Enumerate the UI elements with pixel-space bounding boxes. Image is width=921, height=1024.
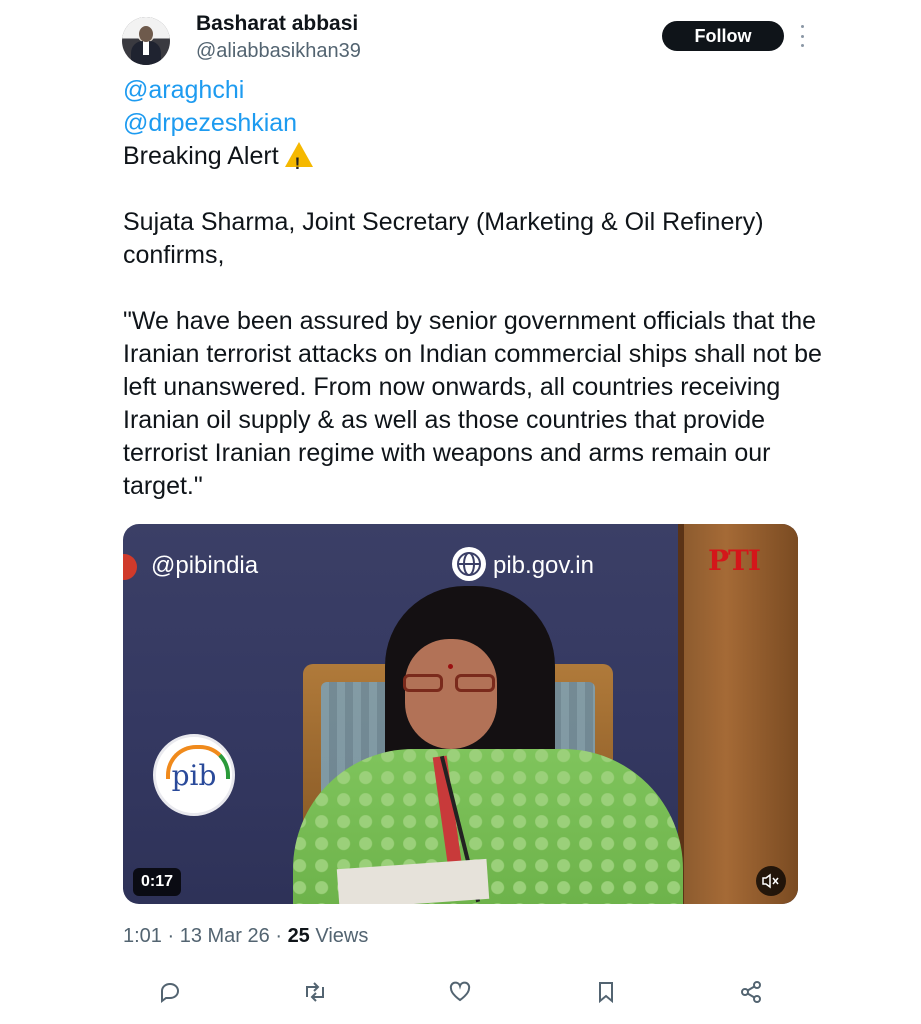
video-overlay-url: pib.gov.in xyxy=(493,552,594,579)
wood-panel xyxy=(678,524,798,904)
action-bar xyxy=(0,979,921,1009)
pib-logo-fragment xyxy=(123,554,137,580)
author-handle[interactable]: @aliabbasikhan39 xyxy=(196,40,361,63)
views-count: 25 xyxy=(287,925,310,947)
pti-logo: PTI xyxy=(708,544,761,577)
pib-logo: pib xyxy=(153,734,235,816)
retweet-icon[interactable] xyxy=(302,979,328,1005)
bindi xyxy=(448,664,453,669)
more-options-icon[interactable] xyxy=(797,25,807,47)
speaker-face xyxy=(405,639,497,749)
tweet-paragraph: Sujata Sharma, Joint Secretary (Marketin… xyxy=(123,208,764,269)
video-duration: 0:17 xyxy=(133,868,182,896)
follow-button[interactable]: Follow xyxy=(662,21,784,51)
video-overlay-handle: @pibindia xyxy=(151,552,259,579)
avatar[interactable] xyxy=(122,17,170,65)
like-icon[interactable] xyxy=(447,979,473,1005)
muted-speaker-icon[interactable] xyxy=(756,866,786,896)
globe-icon xyxy=(452,547,486,581)
glasses xyxy=(403,674,499,694)
tweet-meta: 1:01 · 13 Mar 26 · 25 Views xyxy=(123,925,369,947)
bookmark-icon[interactable] xyxy=(593,979,619,1005)
author-display-name[interactable]: Basharat abbasi xyxy=(196,12,358,36)
tweet-date[interactable]: 13 Mar 26 xyxy=(180,925,270,947)
warning-icon xyxy=(284,142,313,180)
video-player[interactable]: PTI @pibindia pib.gov.in pib 0:17 xyxy=(123,524,798,904)
views-label: Views xyxy=(315,925,369,947)
tweet-quote: "We have been assured by senior governme… xyxy=(123,307,822,500)
tweet-time[interactable]: 1:01 xyxy=(123,925,162,947)
mention-link[interactable]: @drpezeshkian xyxy=(123,109,297,137)
reply-icon[interactable] xyxy=(157,979,183,1005)
tweet-text: @araghchi @drpezeshkian Breaking Alert S… xyxy=(123,74,823,503)
share-icon[interactable] xyxy=(738,979,764,1005)
mention-link[interactable]: @araghchi xyxy=(123,76,244,104)
alert-heading: Breaking Alert xyxy=(123,142,279,170)
